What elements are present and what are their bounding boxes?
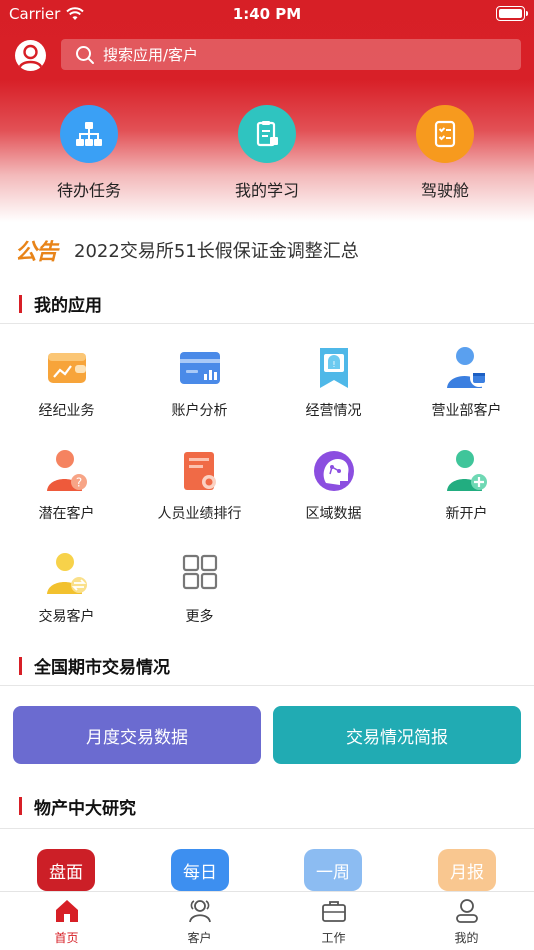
briefcase-icon: [321, 901, 346, 922]
quick-action-todo[interactable]: 待办任务: [29, 105, 149, 201]
research-tab-market[interactable]: 盘面: [37, 849, 95, 891]
app-label: 营业部客户: [431, 403, 502, 419]
section-marker: [19, 797, 22, 815]
trading-brief-button[interactable]: 交易情况简报: [273, 706, 521, 764]
user-calendar-icon: [445, 346, 489, 390]
app-staff-ranking[interactable]: 人员业绩排行: [133, 449, 266, 523]
quick-action-label: 我的学习: [234, 181, 299, 200]
quick-action-study-circle: [238, 105, 296, 163]
research-tab-monthly[interactable]: 月报: [438, 849, 496, 891]
quick-action-study[interactable]: 我的学习: [207, 105, 327, 201]
app-more[interactable]: 更多: [133, 552, 266, 626]
tab-customers[interactable]: 客户: [133, 898, 266, 946]
app-label: 更多: [185, 609, 214, 625]
tab-label: 工作: [321, 931, 346, 945]
notice-tag: 公告: [15, 240, 58, 265]
search-bar[interactable]: 搜索应用/客户: [61, 39, 521, 70]
user-add-icon: [445, 449, 489, 493]
app-label: 经纪业务: [38, 403, 95, 419]
customers-icon: [188, 900, 211, 923]
research-tab-daily[interactable]: 每日: [171, 849, 229, 891]
user-exchange-icon: [45, 552, 89, 596]
section-my-apps: 我的应用: [0, 284, 534, 324]
app-branch-customers[interactable]: 营业部客户: [400, 346, 533, 420]
search-placeholder: 搜索应用/客户: [103, 46, 199, 64]
battery-icon: [496, 6, 528, 21]
app-label: 人员业绩排行: [157, 506, 242, 522]
svg-text:?: ?: [75, 476, 81, 490]
app-label: 经营情况: [305, 403, 362, 419]
tab-label: 首页: [54, 931, 79, 945]
section-marker: [19, 294, 22, 313]
quick-action-cockpit-circle: [416, 105, 474, 163]
app-brokerage[interactable]: 经纪业务: [0, 346, 133, 420]
clock: 1:40 PM: [232, 5, 302, 23]
section-marker: [19, 656, 22, 675]
app-new-account[interactable]: 新开户: [400, 449, 533, 523]
app-label: 交易客户: [38, 609, 95, 625]
app-region-data[interactable]: 区域数据: [267, 449, 400, 523]
search-icon: [76, 45, 94, 64]
app-label: 新开户: [445, 506, 488, 522]
tab-label: 客户: [187, 931, 212, 945]
section-title: 全国期市交易情况: [34, 658, 170, 678]
home-icon: [55, 900, 78, 922]
quick-action-todo-circle: [60, 105, 118, 163]
checklist-icon: [434, 120, 456, 148]
grid-more-icon: [178, 552, 222, 596]
app-potential-customers[interactable]: ? 潜在客户: [0, 449, 133, 523]
report-banner-icon: !: [312, 346, 356, 390]
svg-text:!: !: [332, 360, 335, 369]
section-research: 物产中大研究: [0, 784, 534, 829]
notice-text[interactable]: 2022交易所51长假保证金调整汇总: [74, 237, 359, 263]
monthly-trading-data-button[interactable]: 月度交易数据: [13, 706, 261, 764]
tab-home[interactable]: 首页: [0, 898, 133, 946]
app-label: 账户分析: [171, 403, 228, 419]
status-bar: Carrier 1:40 PM: [0, 0, 534, 28]
study-notes-icon: [256, 121, 278, 147]
org-chart-icon: [76, 122, 102, 146]
app-account-analysis[interactable]: 账户分析: [133, 346, 266, 420]
app-trading-customers[interactable]: 交易客户: [0, 552, 133, 626]
bottom-tab-bar: 首页 客户 工作 我的: [0, 891, 534, 950]
quick-action-label: 驾驶舱: [420, 181, 469, 200]
section-title: 我的应用: [34, 296, 102, 316]
region-head-icon: [312, 449, 356, 493]
app-label: 区域数据: [305, 506, 362, 522]
tab-work[interactable]: 工作: [267, 898, 400, 946]
app-operations[interactable]: ! 经营情况: [267, 346, 400, 420]
quick-action-label: 待办任务: [56, 181, 121, 200]
notice-bar[interactable]: 公告 2022交易所51长假保证金调整汇总: [0, 232, 534, 268]
tab-mine[interactable]: 我的: [400, 898, 533, 946]
section-title: 物产中大研究: [34, 798, 136, 819]
profile-icon: [455, 899, 478, 923]
quick-action-cockpit[interactable]: 驾驶舱: [385, 105, 505, 201]
user-avatar-icon: [18, 44, 43, 69]
wallet-chart-icon: [45, 346, 89, 390]
section-market: 全国期市交易情况: [0, 646, 534, 686]
research-tab-weekly[interactable]: 一周: [304, 849, 362, 891]
card-chart-icon: [178, 346, 222, 390]
app-label: 潜在客户: [38, 506, 95, 522]
user-question-icon: ?: [45, 449, 89, 493]
avatar[interactable]: [15, 40, 46, 71]
certificate-icon: [178, 449, 222, 493]
tab-label: 我的: [454, 931, 479, 945]
